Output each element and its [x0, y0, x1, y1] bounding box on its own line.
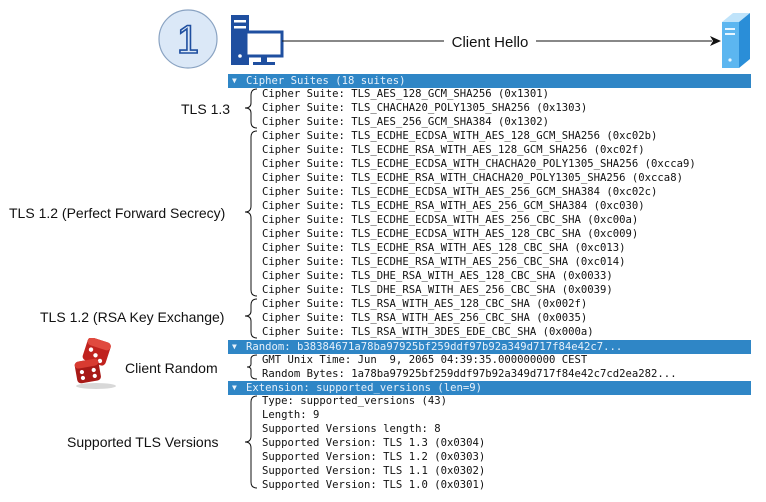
brace-tls13: [244, 88, 258, 129]
tls-client-hello-diagram: 1 Client Hello ▼ Cipher Suites (18 suite…: [0, 0, 766, 502]
dice-icon: [74, 338, 116, 389]
label-supported-tls-versions: Supported TLS Versions: [67, 434, 219, 450]
brace-random: [246, 354, 258, 380]
label-tls12-rsa: TLS 1.2 (RSA Key Exchange): [40, 309, 225, 325]
brace-tls12-rsa: [244, 298, 258, 339]
label-client-random: Client Random: [125, 360, 218, 376]
label-tls13: TLS 1.3: [181, 101, 231, 117]
group-braces: [244, 88, 258, 489]
label-tls12-pfs: TLS 1.2 (Perfect Forward Secrecy): [9, 205, 226, 221]
brace-tls12-pfs: [244, 130, 258, 297]
brace-extension: [244, 395, 258, 489]
